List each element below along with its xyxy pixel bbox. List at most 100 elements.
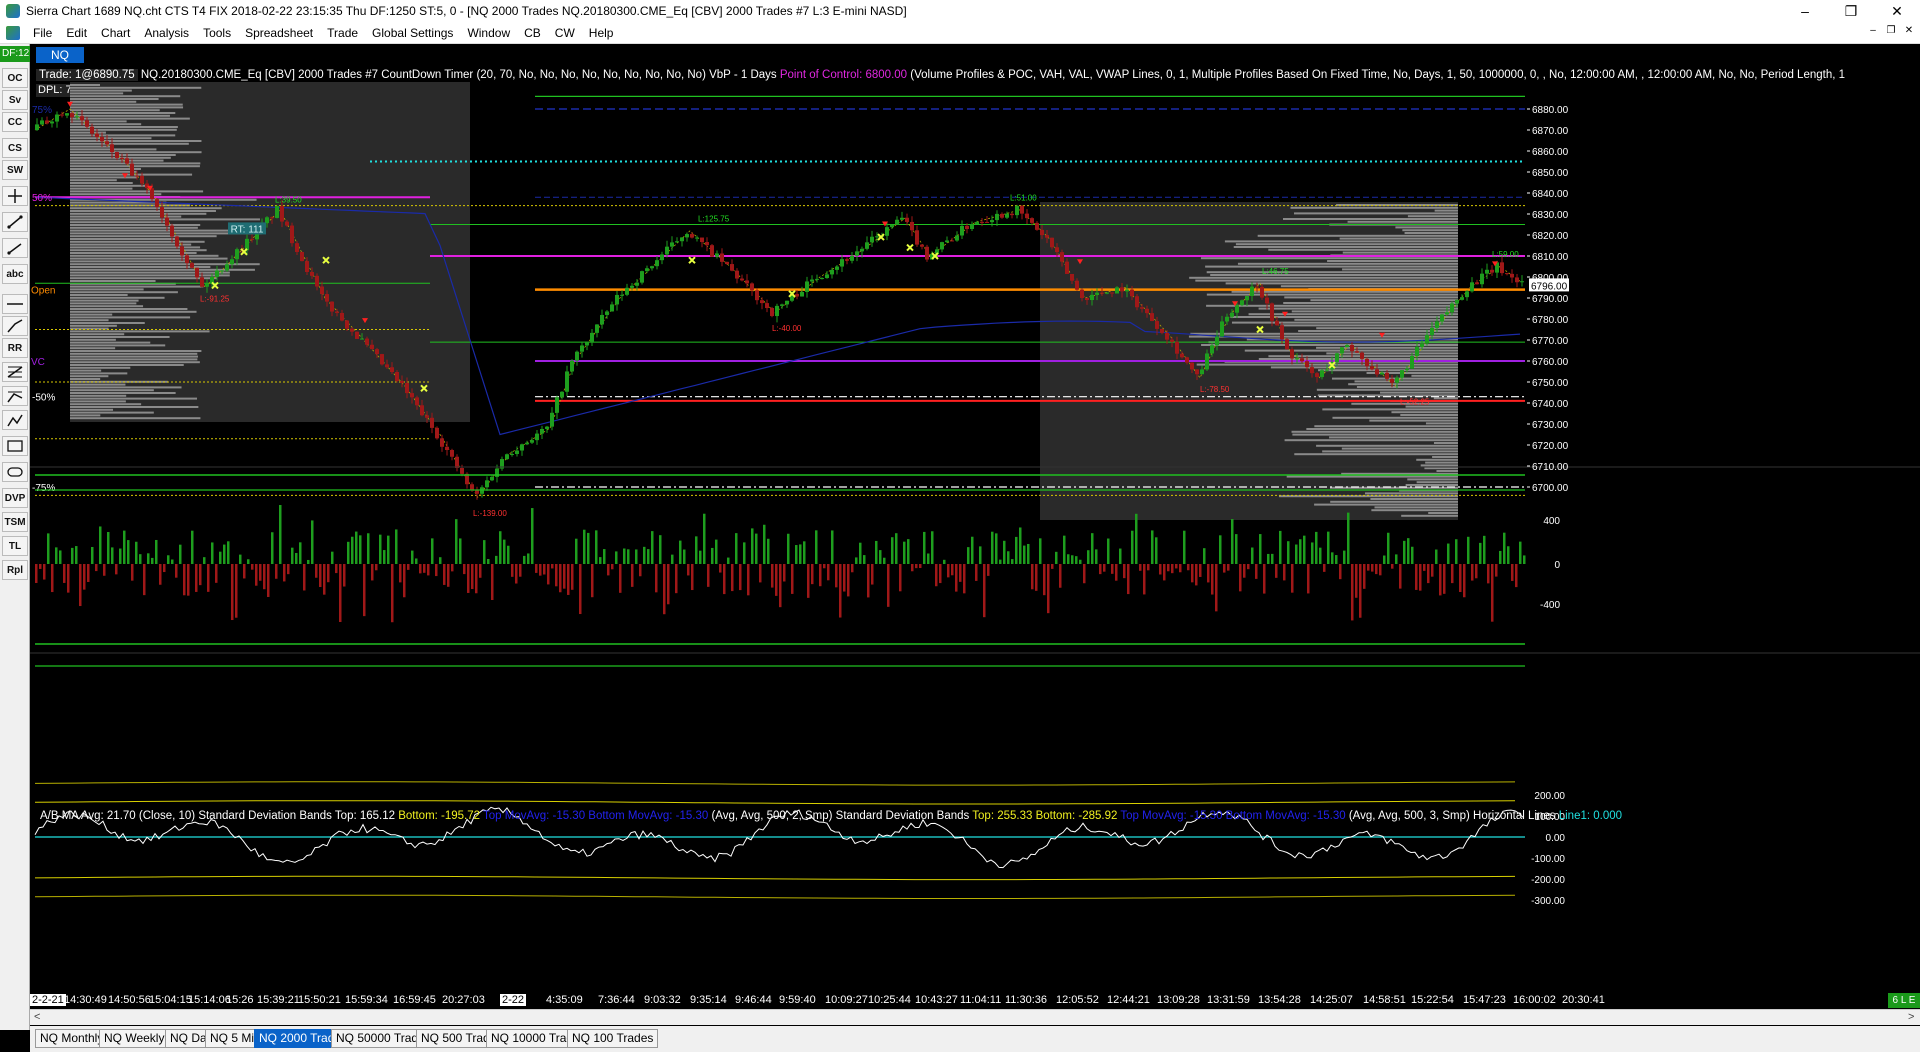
oscillator-subgraph[interactable]: 200.00100.000.00-100.00-200.00-300.00 (34, 781, 1565, 907)
maximize-button[interactable]: ❐ (1828, 0, 1874, 22)
menu-window[interactable]: Window (460, 26, 517, 40)
volume-profile-bar (1201, 344, 1458, 346)
volume-bar (103, 564, 106, 576)
menu-global-settings[interactable]: Global Settings (365, 26, 460, 40)
volume-profile-bar (70, 142, 189, 145)
minimize-button[interactable]: – (1782, 0, 1828, 22)
volume-profile-bar (70, 296, 165, 299)
horizontal-line-tool-icon[interactable] (2, 294, 28, 314)
volume-bar (811, 564, 814, 585)
candle-body (1275, 320, 1279, 326)
volume-bar (443, 564, 446, 585)
chart-canvas[interactable]: L:39.50 L:-91.25 L:-139.00 L:125.75 L:-40.00… (30, 82, 1920, 992)
ellipse-tool-icon[interactable] (2, 462, 28, 482)
candle-body (1470, 282, 1474, 292)
volume-profile-bar (1327, 260, 1458, 262)
volume-bar (415, 558, 418, 564)
volume-bar (1255, 564, 1258, 579)
toolbar-cc-button[interactable]: CC (2, 112, 28, 132)
volume-bar (423, 564, 426, 573)
candle-body (470, 484, 474, 491)
menu-file[interactable]: File (26, 26, 59, 40)
volume-profile-bar (70, 120, 127, 123)
volume-bar (335, 564, 338, 574)
candle-body (215, 270, 219, 277)
candle-body (1105, 292, 1109, 294)
osc-info-part: Top MovAvg: -15.30 Bottom MovAvg: -15.30 (1120, 810, 1349, 822)
volume-bar (1475, 564, 1478, 579)
menu-spreadsheet[interactable]: Spreadsheet (238, 26, 320, 40)
pct-50-label: 50% (32, 193, 52, 204)
projection-tool-icon[interactable] (2, 410, 28, 430)
toolbar-sv-button[interactable]: Sv (2, 90, 28, 110)
volume-bar (231, 564, 234, 621)
toolbar-cs-button[interactable]: CS (2, 138, 28, 158)
scroll-right-icon[interactable]: > (1908, 1011, 1914, 1023)
tab-nq-weekly[interactable]: NQ Weekly (99, 1029, 170, 1048)
tab-nq-monthly[interactable]: NQ Monthly (35, 1029, 109, 1048)
volume-bar (1067, 554, 1070, 564)
tab-nq-100-trades[interactable]: NQ 100 Trades (567, 1029, 659, 1048)
volume-bar (223, 544, 226, 564)
candle-body (320, 286, 324, 295)
price-tick-label: 6840.00 (1532, 189, 1569, 200)
candle-body (135, 175, 139, 177)
volume-bar (71, 547, 74, 564)
menu-trade[interactable]: Trade (320, 26, 365, 40)
scroll-left-icon[interactable]: < (34, 1011, 40, 1023)
symbol-tab-nq[interactable]: NQ (36, 47, 84, 63)
volume-profile-bar (70, 330, 210, 333)
volume-profile-bar (1283, 302, 1458, 304)
toolbar-rr-button[interactable]: RR (2, 338, 28, 358)
menu-analysis[interactable]: Analysis (137, 26, 196, 40)
toolbar-tl-button[interactable]: TL (2, 536, 28, 556)
menu-cb[interactable]: CB (517, 26, 548, 40)
candle-body (545, 426, 549, 429)
fibonacci-tool-icon[interactable] (2, 362, 28, 382)
candle-body (65, 113, 69, 116)
volume-profile-bar (70, 338, 116, 341)
volume-bar (999, 559, 1002, 564)
time-axis-label: 14:30:49 (64, 994, 107, 1006)
toolbar-dvp-button[interactable]: DVP (2, 488, 28, 508)
mdi-close-button[interactable]: ✕ (1902, 25, 1916, 39)
time-axis[interactable]: 2-2-21 14:30:49 14:50:56 15:04:15 15:14:06 15… (30, 992, 1892, 1008)
volume-profile-bar (70, 243, 192, 246)
mdi-restore-button[interactable]: ❐ (1884, 25, 1898, 39)
mdi-minimize-button[interactable]: – (1866, 25, 1880, 39)
volume-bar (319, 564, 322, 587)
trendline-tool-icon[interactable] (2, 316, 28, 336)
volume-profile-bar (70, 361, 200, 364)
line-tool-icon[interactable] (2, 212, 28, 232)
time-axis-label: 15:50:21 (298, 994, 341, 1006)
menu-chart[interactable]: Chart (94, 26, 137, 40)
toolbar-sw-button[interactable]: SW (2, 160, 28, 180)
volume-bar (215, 564, 218, 583)
candle-body (305, 261, 309, 273)
extension-tool-icon[interactable] (2, 386, 28, 406)
volume-profile-bar (70, 84, 101, 86)
toolbar-oc-button[interactable]: OC (2, 68, 28, 88)
volume-bar (179, 544, 182, 564)
ray-tool-icon[interactable] (2, 238, 28, 258)
toolbar-tsm-button[interactable]: TSM (2, 512, 28, 532)
volume-bar (915, 564, 918, 569)
time-axis-label: 9:59:40 (779, 994, 816, 1006)
close-button[interactable]: ✕ (1874, 0, 1920, 22)
system-menu-icon[interactable] (6, 25, 20, 40)
menu-edit[interactable]: Edit (59, 26, 94, 40)
price-axis[interactable]: 6880.00 6870.00 6860.00 6850.00 6840.00 6830.… (1527, 105, 1569, 494)
menu-cw[interactable]: CW (548, 26, 582, 40)
horizontal-scrollbar[interactable]: < > (30, 1009, 1920, 1025)
rectangle-tool-icon[interactable] (2, 436, 28, 456)
volume-bar (1215, 564, 1218, 612)
crosshair-tool-icon[interactable] (2, 186, 28, 206)
candle-body (285, 221, 289, 226)
menu-tools[interactable]: Tools (196, 26, 238, 40)
candle-body (1515, 277, 1519, 283)
chartbook-tabs: NQ Monthly NQ Weekly NQ Daily NQ 5 Min NQ 20… (30, 1026, 1920, 1052)
text-tool-button[interactable]: abc (2, 264, 28, 284)
toolbar-rpl-button[interactable]: Rpl (2, 560, 28, 580)
menu-help[interactable]: Help (582, 26, 621, 40)
volume-bar (1055, 551, 1058, 564)
